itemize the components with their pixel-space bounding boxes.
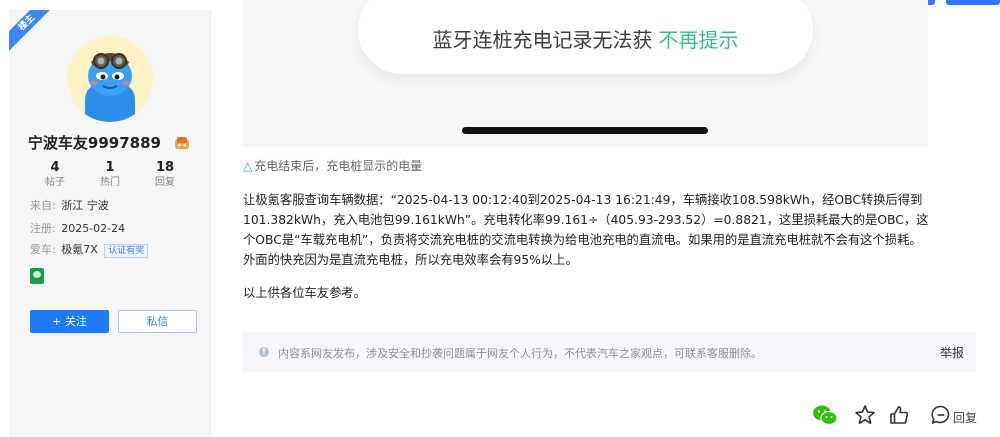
post-body: 让极氪客服查询车辆数据：“2025-04-13 00:12:40到2025-04… — [243, 190, 933, 303]
report-button[interactable]: 举报 — [940, 344, 964, 361]
home-indicator — [462, 127, 708, 134]
image-prompt-card: 蓝牙连桩充电记录无法获 不再提示 — [358, 0, 813, 74]
user-register-date: 注册: 2025-02-24 — [30, 222, 126, 235]
caption-text: 充电结束后，充电桩显示的电量 — [254, 159, 423, 173]
like-icon[interactable] — [888, 404, 910, 430]
username[interactable]: 宁波车友9997889 — [28, 134, 161, 152]
post-paragraph: 让极氪客服查询车辆数据：“2025-04-13 00:12:40到2025-04… — [243, 193, 929, 267]
level-badge-icon — [30, 268, 44, 284]
user-location: 来自: 浙江 宁波 — [30, 199, 109, 212]
wechat-icon[interactable] — [812, 404, 838, 430]
stat-posts[interactable]: 4 帖子 — [35, 160, 75, 190]
reply-icon[interactable] — [930, 404, 952, 430]
username-row: 宁波车友9997889 — [9, 132, 209, 153]
stat-replies[interactable]: 18 回复 — [145, 160, 185, 190]
notice-text: 内容系网友发布，涉及安全和抄袭问题属于网友个人行为，不代表汽车之家观点，可联系客… — [278, 347, 762, 360]
reply-label[interactable]: 回复 — [953, 409, 977, 426]
cert-badge[interactable]: 认证有奖 — [104, 244, 149, 258]
stat-hot[interactable]: 1 热门 — [90, 160, 130, 190]
avatar[interactable] — [67, 36, 153, 122]
disclaimer-notice: ! 内容系网友发布，涉及安全和抄袭问题属于网友个人行为，不代表汽车之家观点，可联… — [243, 332, 976, 372]
author-sidebar: 楼主 宁波车友9997889 4 帖子 1 热门 18 回复 来自: 浙江 宁波… — [9, 10, 211, 437]
user-car: 爱车: 极氪7X 认证有奖 — [30, 243, 149, 258]
user-stats: 4 帖子 1 热门 18 回复 — [35, 160, 185, 190]
image-prompt-action: 不再提示 — [658, 28, 739, 52]
avatar-illustration — [67, 36, 153, 122]
toolbar-button[interactable] — [946, 0, 1000, 5]
car-model-link[interactable]: 极氪7X — [61, 243, 98, 256]
message-button[interactable]: 私信 — [118, 310, 197, 333]
op-ribbon: 楼主 — [9, 10, 61, 57]
image-prompt-text: 蓝牙连桩充电记录无法获 — [432, 28, 653, 52]
owner-badge-icon — [174, 135, 190, 149]
post-image[interactable]: 蓝牙连桩充电记录无法获 不再提示 — [243, 0, 928, 147]
info-icon: ! — [259, 347, 269, 357]
post-paragraph: 以上供各位车友参考。 — [243, 286, 366, 300]
star-icon[interactable] — [854, 404, 876, 430]
image-caption: △ 充电结束后，充电桩显示的电量 — [243, 157, 422, 174]
follow-button[interactable]: + 关注 — [30, 310, 109, 333]
triangle-icon: △ — [243, 159, 253, 173]
